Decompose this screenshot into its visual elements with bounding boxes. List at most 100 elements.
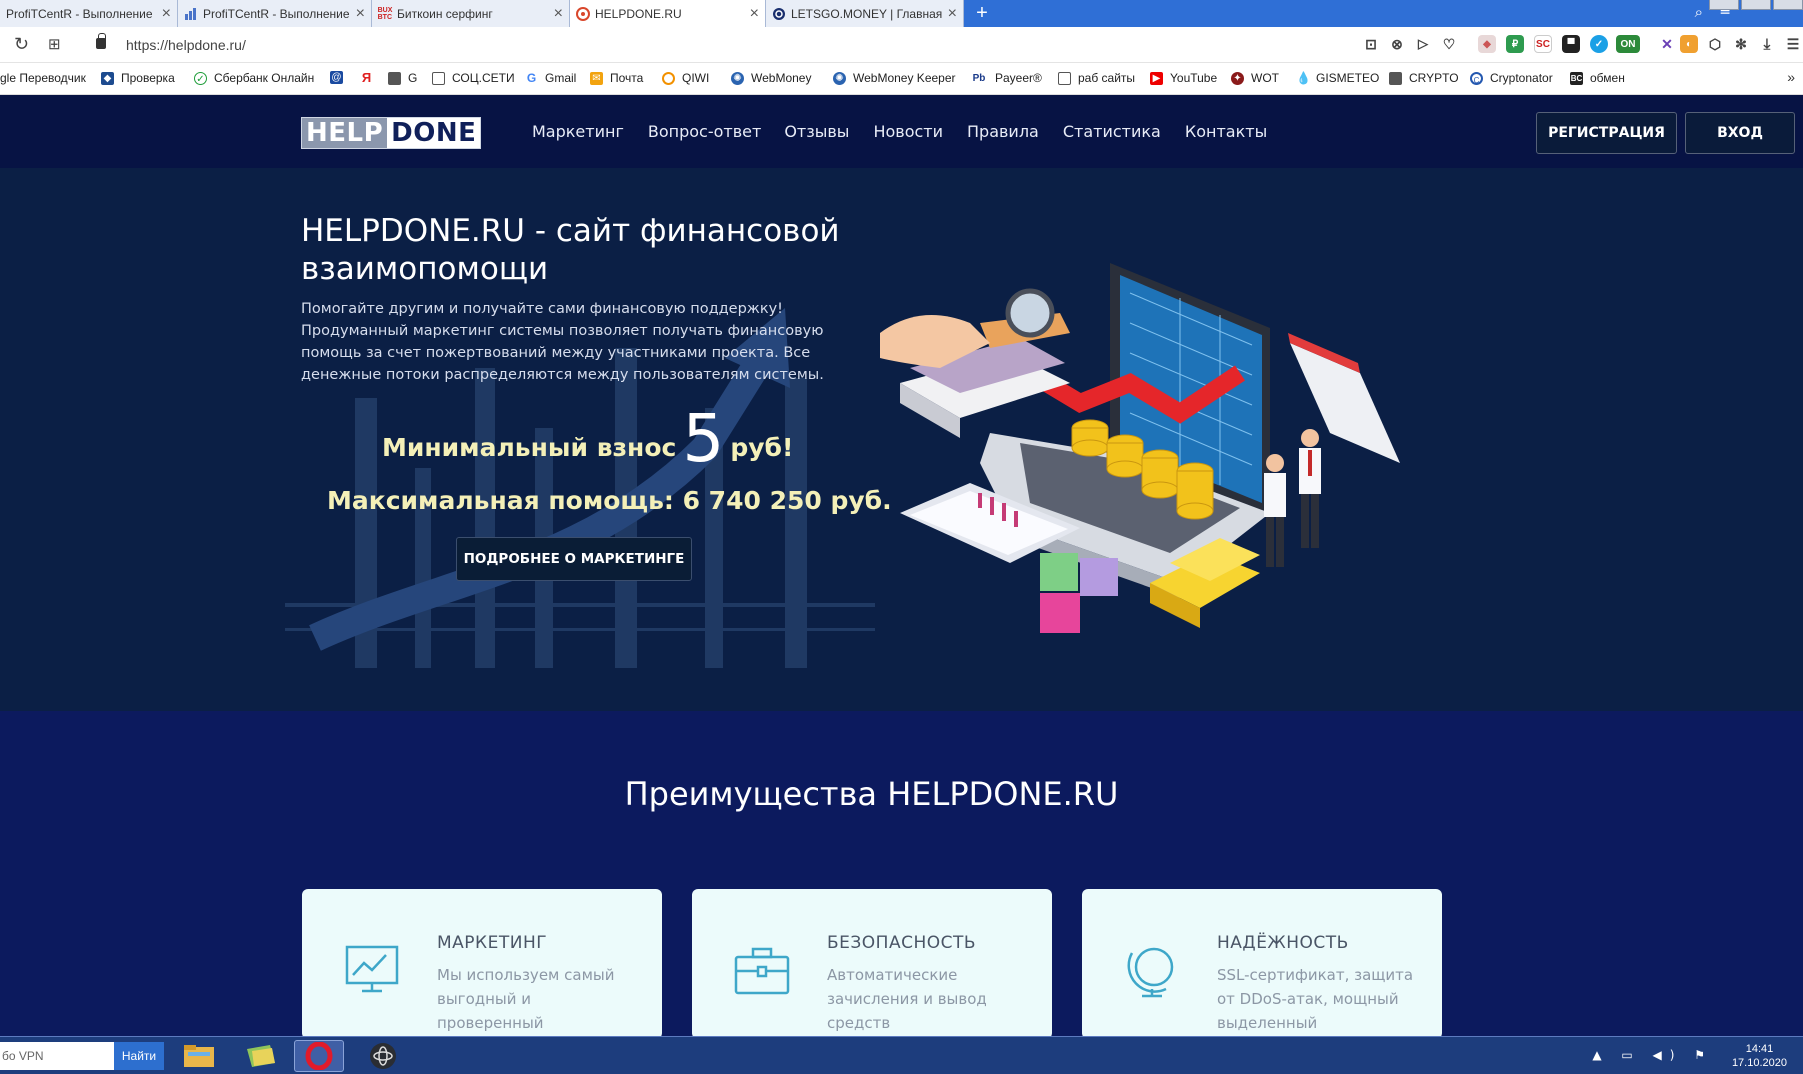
payeer-icon: Pb	[970, 71, 988, 85]
heart-icon[interactable]: ♡	[1440, 35, 1458, 53]
bookmark-translate[interactable]: gle Переводчик	[0, 71, 86, 85]
reload-icon[interactable]: ↻	[14, 34, 29, 55]
ruble-extension-icon[interactable]: ₽	[1506, 35, 1524, 53]
taskbar-search-button[interactable]: Найти	[114, 1042, 164, 1070]
more-about-marketing-button[interactable]: ПОДРОБНЕЕ О МАРКЕТИНГЕ	[456, 537, 692, 581]
bookmark-qiwi[interactable]: QIWI	[662, 71, 709, 85]
speed-dial-icon[interactable]: ⊞	[48, 35, 61, 53]
card-text: SSL-сертификат, защита от DDoS-атак, мощ…	[1217, 966, 1414, 1032]
close-icon[interactable]: ×	[554, 5, 563, 23]
url-field[interactable]: https://helpdone.ru/	[126, 37, 246, 53]
nav-marketing[interactable]: Маркетинг	[532, 122, 624, 141]
taskbar-clock[interactable]: 14:41 17.10.2020	[1732, 1042, 1787, 1070]
bookmark-wot[interactable]: ✦ WOT	[1231, 71, 1279, 85]
bookmark-webmoney[interactable]: ✺ WebMoney	[731, 71, 811, 85]
bookmark-label: Сбербанк Онлайн	[214, 71, 315, 85]
bookmark-check[interactable]: ◆ Проверка	[101, 71, 175, 85]
close-icon[interactable]: ×	[162, 5, 171, 23]
bookmark-g[interactable]: G	[388, 71, 417, 85]
new-tab-button[interactable]: +	[968, 0, 996, 27]
atom-app-icon[interactable]	[358, 1040, 408, 1072]
lock-icon[interactable]	[96, 33, 106, 49]
advantage-card-marketing: МАРКЕТИНГ Мы используем самый выгодный и…	[302, 889, 662, 1039]
check-extension-icon[interactable]: ✓	[1590, 35, 1608, 53]
bookmark-sberbank[interactable]: ✓ Сбербанк Онлайн	[194, 71, 314, 85]
bookmark-label: СОЦ.СЕТИ	[452, 71, 515, 85]
bookmark-label: Cryptonator	[1490, 71, 1553, 85]
system-tray-icons[interactable]: ▲ ▭ ◀) ⚑	[1592, 1048, 1713, 1062]
bookmark-exchange[interactable]: BC обмен	[1570, 71, 1625, 85]
tab-letsgo-money[interactable]: LETSGO.MONEY | Главная ×	[766, 0, 964, 27]
off-extension-icon[interactable]: ◐	[1680, 35, 1698, 53]
vpn-on-icon[interactable]: ON	[1616, 35, 1640, 53]
youtube-icon: ▶	[1150, 71, 1163, 85]
camera-icon[interactable]: ⊡	[1362, 35, 1380, 53]
minimize-button[interactable]	[1709, 0, 1739, 10]
bookmark-mail-at[interactable]: @	[330, 71, 350, 84]
network-extension-icon[interactable]: ✕	[1658, 35, 1676, 53]
bookmark-label: YouTube	[1170, 71, 1218, 85]
atom-icon[interactable]: ✻	[1732, 35, 1750, 53]
tab-helpdone[interactable]: HELPDONE.RU ×	[570, 0, 766, 27]
bookmark-work-sites[interactable]: раб сайты	[1058, 71, 1135, 85]
close-window-button[interactable]	[1773, 0, 1803, 10]
bookmark-gismeteo[interactable]: 💧 GISMETEO	[1296, 71, 1379, 85]
more-bookmarks-icon[interactable]: »	[1787, 69, 1795, 85]
hat-extension-icon[interactable]: ▀	[1562, 35, 1580, 53]
max-help: Максимальная помощь: 6 740 250 руб.	[327, 486, 892, 515]
bookmark-label: Gmail	[545, 71, 577, 85]
file-explorer-icon[interactable]	[174, 1040, 224, 1072]
min-contribution-value: 5	[682, 400, 725, 477]
bookmark-mail[interactable]: ✉ Почта	[590, 71, 643, 85]
tab-search-icon[interactable]: ⌕	[1695, 3, 1703, 21]
download-icon[interactable]: ⤓	[1758, 35, 1776, 53]
bookmark-youtube[interactable]: ▶ YouTube	[1150, 71, 1217, 85]
bookmark-payeer[interactable]: Pb Payeer®	[970, 71, 1042, 85]
login-button[interactable]: ВХОД	[1685, 112, 1795, 154]
bookmark-cryptonator[interactable]: C Cryptonator	[1470, 71, 1553, 85]
menu-icon[interactable]: ☰	[1784, 35, 1802, 53]
bookmark-label: GISMETEO	[1316, 71, 1380, 85]
close-icon[interactable]: ×	[750, 5, 759, 23]
advantage-card-security: БЕЗОПАСНОСТЬ Автоматические зачисления и…	[692, 889, 1052, 1039]
droplet-icon: 💧	[1296, 70, 1311, 85]
bookmark-label: CRYPTO	[1409, 71, 1459, 85]
sc-extension-icon[interactable]: SC	[1534, 35, 1552, 53]
nav-news[interactable]: Новости	[873, 122, 943, 141]
tab-bitcoin-surfing[interactable]: BUX BTC Биткоин серфинг ×	[372, 0, 570, 27]
folder-icon	[432, 71, 445, 85]
maximize-button[interactable]	[1741, 0, 1771, 10]
window-controls	[1707, 0, 1803, 12]
page-icon	[388, 71, 401, 85]
site-header: HELP DONE Маркетинг Вопрос-ответ Отзывы …	[0, 95, 1803, 168]
taskbar-search-input[interactable]: бо VPN	[0, 1042, 114, 1070]
bookmark-webmoney-keeper[interactable]: ✺ WebMoney Keeper	[833, 71, 956, 85]
tab-profitcentr-1[interactable]: ProfiTCentR - Выполнение ×	[0, 0, 178, 27]
box-icon[interactable]: ⬡	[1706, 35, 1724, 53]
envelope-icon: ✉	[590, 71, 603, 85]
tab-profitcentr-2[interactable]: ProfiTCentR - Выполнение ×	[178, 0, 372, 27]
nav-statistics[interactable]: Статистика	[1063, 122, 1161, 141]
qiwi-icon	[662, 71, 675, 85]
cryptonator-icon: C	[1470, 71, 1483, 85]
folder-app-icon[interactable]	[236, 1040, 286, 1072]
register-button[interactable]: РЕГИСТРАЦИЯ	[1536, 112, 1677, 154]
nav-contacts[interactable]: Контакты	[1185, 122, 1267, 141]
send-icon[interactable]: ▷	[1414, 35, 1432, 53]
extension-icon[interactable]: ◆	[1478, 35, 1496, 53]
bookmark-social[interactable]: СОЦ.СЕТИ	[432, 71, 515, 85]
block-icon[interactable]: ⊗	[1388, 35, 1406, 53]
bookmark-crypto[interactable]: CRYPTO	[1389, 71, 1459, 85]
nav-reviews[interactable]: Отзывы	[784, 122, 849, 141]
nav-faq[interactable]: Вопрос-ответ	[648, 122, 761, 141]
close-icon[interactable]: ×	[948, 5, 957, 23]
logo[interactable]: HELP DONE	[301, 117, 482, 149]
nav-rules[interactable]: Правила	[967, 122, 1039, 141]
bookmark-yandex[interactable]: Я	[360, 71, 380, 84]
bookmark-gmail[interactable]: G Gmail	[525, 71, 576, 85]
card-title: НАДЁЖНОСТЬ	[1217, 933, 1349, 953]
close-icon[interactable]: ×	[356, 5, 365, 23]
card-title: БЕЗОПАСНОСТЬ	[827, 933, 977, 953]
webmoney-icon: ✺	[833, 71, 846, 85]
opera-browser-icon[interactable]	[294, 1040, 344, 1072]
